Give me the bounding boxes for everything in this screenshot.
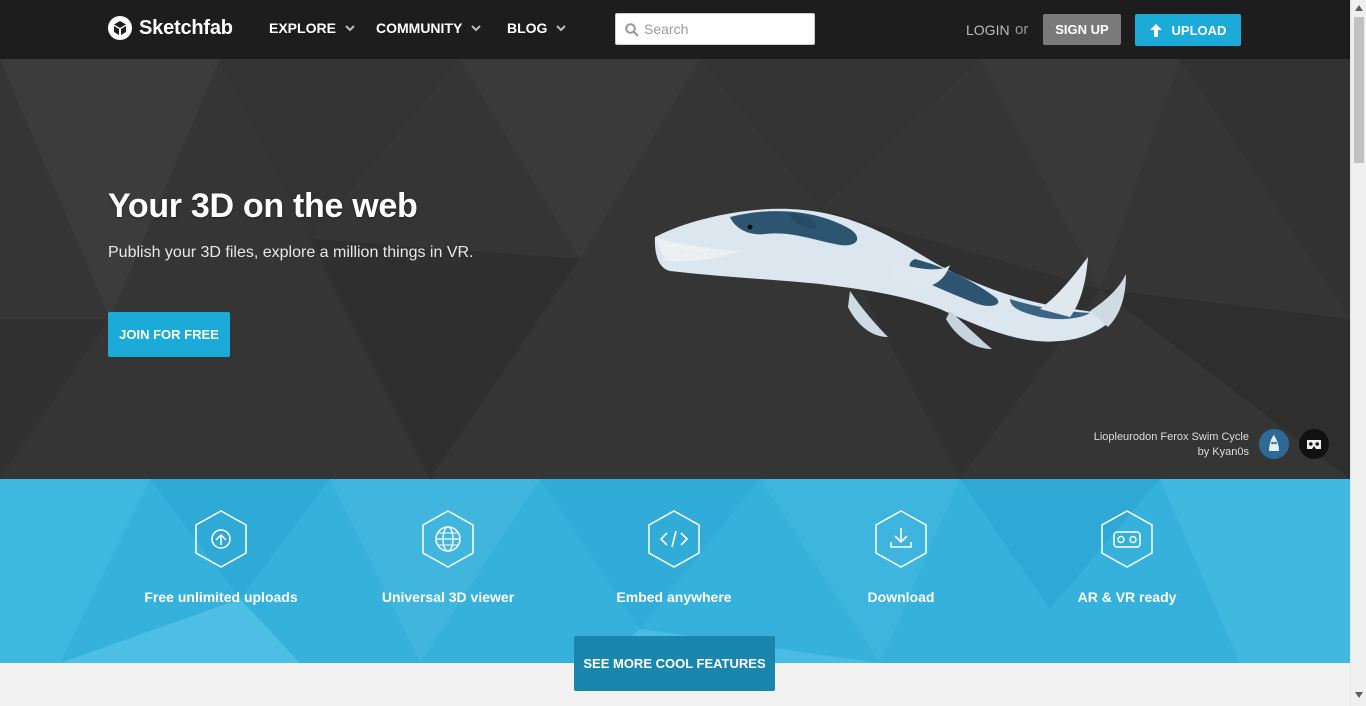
model-credit[interactable]: Liopleurodon Ferox Swim Cycle by Kyan0s	[1094, 430, 1249, 460]
scroll-up-arrow-icon[interactable]	[1355, 5, 1363, 11]
author-avatar[interactable]	[1259, 429, 1289, 459]
feature-free-uploads: Free unlimited uploads	[111, 509, 331, 605]
feature-download: Download	[791, 509, 1011, 605]
login-link[interactable]: LOGIN	[966, 22, 1010, 38]
feature-label: Free unlimited uploads	[144, 589, 298, 605]
nav-blog-label: BLOG	[507, 20, 548, 36]
signup-button[interactable]: SIGN UP	[1043, 14, 1121, 45]
hero-section: Your 3D on the web Publish your 3D files…	[0, 59, 1350, 479]
avatar-image	[1259, 429, 1289, 459]
scrollbar-thumb[interactable]	[1354, 17, 1364, 163]
chevron-down-icon	[471, 24, 482, 31]
nav-explore-label: EXPLORE	[269, 20, 336, 36]
globe-icon	[422, 510, 474, 568]
upload-label: UPLOAD	[1171, 22, 1227, 38]
search-icon	[625, 23, 639, 37]
download-icon	[875, 510, 927, 568]
brand-name: Sketchfab	[139, 16, 233, 39]
scroll-down-arrow-icon[interactable]	[1355, 692, 1363, 698]
nav-blog[interactable]: BLOG	[507, 20, 567, 36]
feature-label: Universal 3D viewer	[381, 589, 515, 605]
feature-embed-anywhere: Embed anywhere	[564, 509, 784, 605]
nav-explore[interactable]: EXPLORE	[269, 20, 355, 36]
sketchfab-logo-icon	[108, 16, 132, 40]
nav-community-label: COMMUNITY	[376, 20, 463, 36]
search-input[interactable]	[644, 14, 812, 44]
upload-icon	[195, 510, 247, 568]
hero-subtitle: Publish your 3D files, explore a million…	[108, 244, 474, 261]
page-scrollbar[interactable]	[1350, 0, 1366, 706]
feature-label: Download	[867, 589, 935, 605]
liopleurodon-3d-model[interactable]	[650, 199, 1130, 354]
search-box	[615, 13, 815, 45]
chevron-down-icon	[345, 24, 355, 31]
feature-ar-vr: AR & VR ready	[1017, 509, 1237, 605]
join-for-free-button[interactable]: JOIN FOR FREE	[108, 312, 230, 357]
model-title: Liopleurodon Ferox Swim Cycle	[1093, 431, 1249, 443]
vr-headset-icon	[1101, 510, 1153, 568]
nav-community[interactable]: COMMUNITY	[376, 20, 482, 36]
see-more-features-button[interactable]: SEE MORE COOL FEATURES	[574, 636, 775, 691]
vr-mode-button[interactable]	[1299, 429, 1329, 459]
vr-headset-icon	[1307, 439, 1321, 449]
top-navbar: Sketchfab EXPLORE COMMUNITY BLOG LOGIN o…	[0, 0, 1350, 59]
code-icon	[648, 510, 700, 568]
hero-title: Your 3D on the web	[108, 187, 418, 225]
chevron-down-icon	[556, 24, 567, 31]
upload-button[interactable]: UPLOAD	[1135, 14, 1241, 46]
feature-label: Embed anywhere	[616, 589, 732, 605]
model-author: by Kyan0s	[1197, 446, 1249, 458]
sketchfab-logo[interactable]: Sketchfab	[108, 16, 233, 40]
feature-label: AR & VR ready	[1077, 589, 1177, 605]
arrow-up-icon	[1149, 23, 1162, 37]
or-text: or	[1015, 21, 1029, 38]
feature-universal-viewer: Universal 3D viewer	[338, 509, 558, 605]
